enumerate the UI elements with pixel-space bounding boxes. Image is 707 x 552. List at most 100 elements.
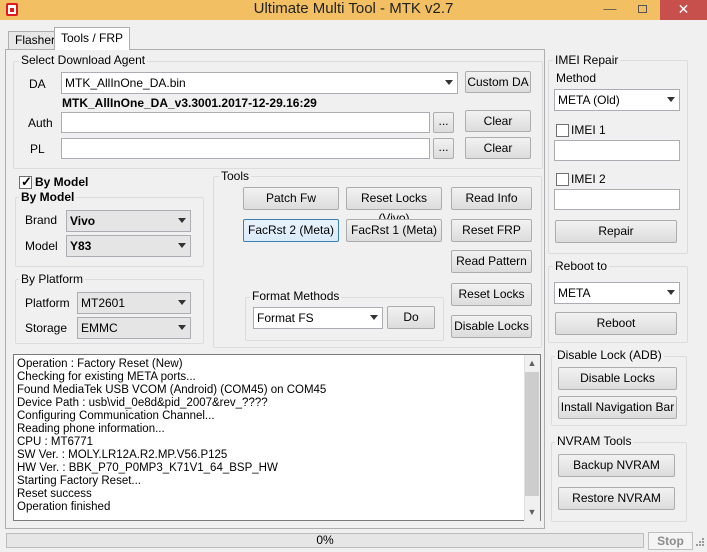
reset-locks-button[interactable]: Reset Locks xyxy=(451,283,532,306)
facrst2-meta-button[interactable]: FacRst 2 (Meta) xyxy=(243,219,339,242)
maximize-icon xyxy=(637,5,647,13)
method-label: Method xyxy=(556,71,597,85)
imei-method-select[interactable]: META (Old) xyxy=(554,89,680,111)
imei1-checkbox[interactable] xyxy=(556,124,569,137)
backup-nvram-button[interactable]: Backup NVRAM xyxy=(558,454,675,477)
log-output[interactable]: Operation : Factory Reset (New) Checking … xyxy=(13,354,541,521)
reboot-mode-select[interactable]: META xyxy=(554,282,680,304)
chevron-down-icon xyxy=(667,97,675,102)
stop-button[interactable]: Stop xyxy=(648,532,693,550)
format-method-select[interactable]: Format FS xyxy=(253,307,383,329)
model-select[interactable]: Y83 xyxy=(66,235,191,257)
imei2-checkbox[interactable] xyxy=(556,173,569,186)
log-line: Checking for existing META ports... xyxy=(17,371,196,383)
platform-select[interactable]: MT2601 xyxy=(77,292,191,314)
imei1-label: IMEI 1 xyxy=(571,123,606,137)
progress-text: 0% xyxy=(316,533,334,547)
tools-group-label: Tools xyxy=(219,169,252,183)
da-info-text: MTK_AllInOne_DA_v3.3001.2017-12-29.16:29 xyxy=(62,96,317,110)
restore-nvram-button[interactable]: Restore NVRAM xyxy=(558,487,675,510)
imei1-field[interactable] xyxy=(554,140,680,161)
pl-browse-button[interactable]: ... xyxy=(433,138,454,159)
da-select-value: MTK_AllInOne_DA.bin xyxy=(65,76,186,90)
storage-select-value: EMMC xyxy=(81,321,118,335)
auth-clear-button[interactable]: Clear xyxy=(465,110,531,132)
reset-frp-button[interactable]: Reset FRP xyxy=(451,219,532,242)
log-line: Operation : Factory Reset (New) xyxy=(17,358,183,370)
model-label: Model xyxy=(25,239,58,253)
log-line: Found MediaTek USB VCOM (Android) (COM45… xyxy=(17,384,327,396)
nvram-tools-label: NVRAM Tools xyxy=(555,434,634,448)
scroll-down-icon[interactable]: ▼ xyxy=(524,507,540,517)
pl-label: PL xyxy=(30,142,45,156)
imei-repair-label: IMEI Repair xyxy=(553,53,621,67)
facrst1-meta-button[interactable]: FacRst 1 (Meta) xyxy=(346,219,442,242)
log-line: Configuring Communication Channel... xyxy=(17,410,215,422)
repair-button[interactable]: Repair xyxy=(555,220,677,243)
patch-fw-button[interactable]: Patch Fw xyxy=(243,187,339,210)
reboot-label: Reboot to xyxy=(553,259,610,273)
pl-field[interactable] xyxy=(61,138,430,159)
chevron-down-icon xyxy=(178,218,186,223)
minimize-button[interactable]: — xyxy=(597,0,623,20)
by-model-group-label: By Model xyxy=(19,190,77,204)
brand-select[interactable]: Vivo xyxy=(66,210,191,232)
storage-select[interactable]: EMMC xyxy=(77,317,191,339)
tab-tools-frp[interactable]: Tools / FRP xyxy=(54,27,131,50)
scroll-up-icon[interactable]: ▲ xyxy=(524,358,540,368)
log-line: HW Ver. : BBK_P70_P0MP3_K71V1_64_BSP_HW xyxy=(17,462,278,474)
maximize-button[interactable] xyxy=(629,0,655,20)
log-line: Starting Factory Reset... xyxy=(17,475,141,487)
auth-label: Auth xyxy=(28,116,53,130)
chevron-down-icon xyxy=(445,80,453,85)
by-model-checkbox[interactable] xyxy=(19,174,32,190)
auth-field[interactable] xyxy=(61,112,430,133)
reboot-mode-value: META xyxy=(558,286,591,300)
chevron-down-icon xyxy=(178,300,186,305)
imei-method-value: META (Old) xyxy=(558,93,620,107)
chevron-down-icon xyxy=(178,243,186,248)
chevron-down-icon xyxy=(667,290,675,295)
imei2-label: IMEI 2 xyxy=(571,172,606,186)
resize-grip-icon[interactable] xyxy=(694,538,704,548)
log-lines: Operation : Factory Reset (New) Checking … xyxy=(17,358,522,514)
reboot-button[interactable]: Reboot xyxy=(555,312,677,335)
close-button[interactable]: ✕ xyxy=(660,0,707,20)
auth-browse-button[interactable]: ... xyxy=(433,112,454,133)
platform-label: Platform xyxy=(25,296,70,310)
pl-clear-button[interactable]: Clear xyxy=(465,137,531,159)
log-line: Operation finished xyxy=(17,501,111,513)
read-pattern-button[interactable]: Read Pattern xyxy=(451,250,532,273)
platform-select-value: MT2601 xyxy=(81,296,126,310)
read-info-button[interactable]: Read Info xyxy=(451,187,532,210)
log-line: SW Ver. : MOLY.LR12A.R2.MP.V56.P125 xyxy=(17,449,228,461)
disable-locks-button[interactable]: Disable Locks xyxy=(451,315,532,338)
chevron-down-icon xyxy=(178,325,186,330)
chevron-down-icon xyxy=(370,315,378,320)
by-platform-group-label: By Platform xyxy=(19,272,86,286)
da-select[interactable]: MTK_AllInOne_DA.bin xyxy=(61,72,458,94)
brand-select-value: Vivo xyxy=(70,214,96,228)
log-line: Reading phone information... xyxy=(17,423,165,435)
format-method-value: Format FS xyxy=(257,311,314,325)
adb-disable-locks-button[interactable]: Disable Locks xyxy=(558,367,677,390)
install-navigation-bar-button[interactable]: Install Navigation Bar xyxy=(558,396,677,419)
log-line: CPU : MT6771 xyxy=(17,436,94,448)
disable-lock-label: Disable Lock (ADB) xyxy=(555,348,664,362)
storage-label: Storage xyxy=(25,321,68,335)
download-agent-label: Select Download Agent xyxy=(19,53,148,67)
by-model-checkbox-label: By Model xyxy=(35,175,89,189)
progress-bar: 0% xyxy=(6,533,644,548)
do-button[interactable]: Do xyxy=(387,306,435,329)
brand-label: Brand xyxy=(25,213,58,227)
custom-da-button[interactable]: Custom DA xyxy=(465,71,531,93)
model-select-value: Y83 xyxy=(70,239,92,253)
reset-locks-vivo-button[interactable]: Reset Locks (Vivo) xyxy=(346,187,442,225)
log-scrollbar-thumb[interactable] xyxy=(525,372,539,496)
imei2-field[interactable] xyxy=(554,189,680,210)
format-methods-label: Format Methods xyxy=(250,289,342,303)
da-label: DA xyxy=(29,77,46,91)
log-line: Device Path : usb\vid_0e8d&pid_2007&rev_… xyxy=(17,397,268,409)
log-line: Reset success xyxy=(17,488,92,500)
title-bar: Ultimate Multi Tool - MTK v2.7 — ✕ xyxy=(0,0,707,20)
